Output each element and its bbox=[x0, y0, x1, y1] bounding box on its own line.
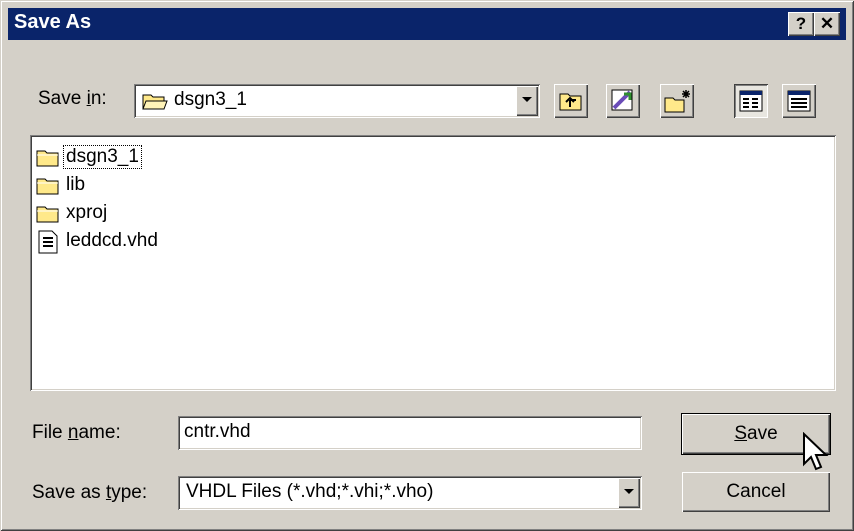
save-as-type-dropdown-button[interactable] bbox=[618, 478, 640, 508]
save-as-type-select[interactable]: VHDL Files (*.vhd;*.vhi;*.vho) bbox=[178, 476, 642, 510]
cancel-button[interactable]: Cancel bbox=[682, 472, 830, 512]
folder-icon bbox=[36, 178, 59, 195]
save-in-combo[interactable]: dsgn3_1 bbox=[134, 84, 540, 118]
save-in-value: dsgn3_1 bbox=[174, 89, 247, 110]
save-as-type-value: VHDL Files (*.vhd;*.vhi;*.vho) bbox=[186, 481, 434, 502]
details-view-button[interactable] bbox=[782, 84, 816, 118]
new-folder-button[interactable] bbox=[660, 84, 694, 118]
details-view-icon bbox=[787, 90, 811, 112]
file-name: dsgn3_1 bbox=[63, 145, 142, 169]
close-button[interactable]: ✕ bbox=[814, 12, 840, 36]
file-name: xproj bbox=[66, 202, 108, 223]
file-name: lib bbox=[66, 174, 86, 195]
new-folder-icon bbox=[664, 90, 690, 113]
up-folder-icon bbox=[559, 93, 582, 111]
folder-open-icon bbox=[142, 94, 168, 110]
folder-icon bbox=[36, 206, 59, 223]
save-in-label: Save in: bbox=[38, 88, 107, 109]
up-folder-button[interactable] bbox=[554, 84, 588, 118]
file-list[interactable]: dsgn3_1 lib xproj leddcd.vhd bbox=[30, 135, 836, 391]
save-as-type-label: Save as type: bbox=[32, 482, 148, 503]
desktop-button[interactable] bbox=[606, 84, 640, 118]
file-name: leddcd.vhd bbox=[66, 230, 158, 251]
folder-icon bbox=[36, 150, 59, 167]
list-view-button[interactable] bbox=[734, 84, 768, 118]
help-button[interactable]: ? bbox=[788, 12, 814, 36]
save-in-dropdown-button[interactable] bbox=[516, 86, 538, 116]
file-name-field[interactable] bbox=[178, 416, 642, 450]
mouse-cursor-icon bbox=[803, 432, 829, 471]
file-name-input[interactable] bbox=[182, 419, 640, 445]
list-view-icon bbox=[739, 90, 763, 112]
file-name-label: File name: bbox=[32, 422, 121, 443]
title-bar[interactable]: Save As ? ✕ bbox=[8, 8, 846, 40]
save-as-dialog: Save As ? ✕ Save in: dsgn3_1 dsgn3_1 lib… bbox=[0, 0, 854, 531]
document-icon bbox=[38, 230, 58, 254]
dialog-title: Save As bbox=[14, 11, 92, 33]
desktop-icon bbox=[611, 89, 633, 111]
